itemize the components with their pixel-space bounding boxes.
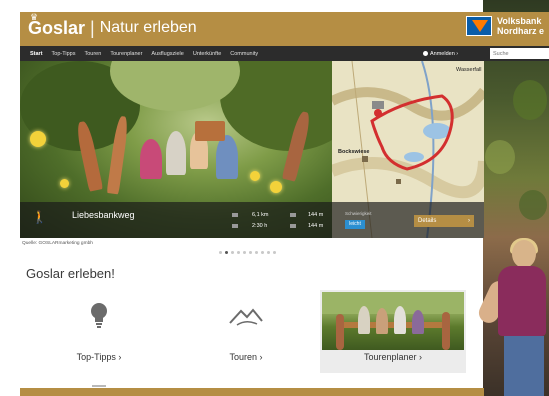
image-credit: Quelle: GOSLARmarketing gmbh bbox=[22, 241, 93, 246]
details-label: Details bbox=[418, 218, 437, 224]
login-link[interactable]: Anmelden › bbox=[423, 46, 458, 61]
slider-dot[interactable] bbox=[261, 251, 264, 254]
nav-item-tourenplaner[interactable]: Tourenplaner bbox=[110, 51, 142, 57]
divider bbox=[92, 385, 106, 387]
route-distance: 6,1 km bbox=[252, 212, 269, 218]
ascent-icon bbox=[290, 213, 296, 217]
tile-top-tipps[interactable]: Top-Tipps › bbox=[26, 290, 172, 373]
user-icon bbox=[423, 51, 428, 56]
slider-dot-active[interactable] bbox=[225, 251, 228, 254]
route-duration: 2:30 h bbox=[252, 223, 268, 229]
mountain-icon bbox=[229, 308, 263, 326]
route-info-bar: 🚶 Liebesbankweg 6,1 km 2:30 h 144 m 144 … bbox=[20, 202, 484, 238]
slider-dot[interactable] bbox=[273, 251, 276, 254]
route-ascent: 144 m bbox=[308, 212, 324, 218]
slider-dot[interactable] bbox=[243, 251, 246, 254]
tile-label-touren: Touren › bbox=[229, 352, 263, 362]
partner-logo[interactable]: Volksbank Nordharz e bbox=[466, 16, 544, 36]
slider-dot[interactable] bbox=[237, 251, 240, 254]
difficulty-label: Schwierigkeit bbox=[345, 211, 372, 216]
descent-icon bbox=[290, 224, 296, 228]
details-button[interactable]: Details › bbox=[414, 215, 474, 227]
crown-icon: ♛ bbox=[30, 12, 39, 22]
tile-tourenplaner[interactable]: Tourenplaner › bbox=[320, 290, 466, 373]
logo-tagline: Natur erleben bbox=[99, 19, 197, 36]
login-label: Anmelden › bbox=[430, 50, 459, 57]
slider-dot[interactable] bbox=[231, 251, 234, 254]
hiker-icon: 🚶 bbox=[32, 210, 47, 224]
partner-name-line2: Nordharz e bbox=[497, 26, 545, 36]
main-navigation: Start Top-Tipps Touren Tourenplaner Ausf… bbox=[20, 46, 549, 61]
logo-separator: | bbox=[90, 18, 95, 38]
map-label-area: Wasserfall bbox=[456, 67, 482, 73]
nav-item-touren[interactable]: Touren bbox=[84, 51, 101, 57]
route-name[interactable]: Liebesbankweg bbox=[72, 210, 135, 220]
route-descent: 144 m bbox=[308, 223, 324, 229]
difficulty-badge: leicht bbox=[345, 220, 365, 229]
nav-item-start[interactable]: Start bbox=[30, 51, 43, 57]
section-title: Goslar erleben! bbox=[26, 266, 115, 281]
volksbank-icon bbox=[466, 16, 492, 36]
slider-dot[interactable] bbox=[219, 251, 222, 254]
tile-label-tourenplaner: Tourenplaner › bbox=[363, 352, 423, 362]
search-input[interactable] bbox=[490, 48, 549, 59]
site-header: ♛ Goslar | Natur erleben Volksbank Nordh… bbox=[20, 12, 549, 46]
tourenplaner-photo bbox=[322, 292, 464, 350]
lightbulb-icon bbox=[91, 303, 107, 328]
map-label-town: Bockswiese bbox=[338, 149, 370, 155]
slider-dot[interactable] bbox=[255, 251, 258, 254]
footer-strip bbox=[20, 388, 484, 396]
slider-dots bbox=[219, 251, 279, 254]
partner-name-line1: Volksbank bbox=[497, 16, 542, 26]
nav-item-top-tipps[interactable]: Top-Tipps bbox=[52, 51, 76, 57]
page: ♛ Goslar | Natur erleben Volksbank Nordh… bbox=[0, 0, 549, 396]
tile-touren[interactable]: Touren › bbox=[173, 290, 319, 373]
slider-dot[interactable] bbox=[267, 251, 270, 254]
tile-label-top-tipps: Top-Tipps › bbox=[76, 352, 122, 362]
slider-dot[interactable] bbox=[249, 251, 252, 254]
nav-item-ausflugsziele[interactable]: Ausflugsziele bbox=[151, 51, 183, 57]
goslar-logo[interactable]: ♛ Goslar | Natur erleben bbox=[28, 12, 197, 40]
duration-icon bbox=[232, 224, 238, 228]
nav-item-community[interactable]: Community bbox=[230, 51, 258, 57]
hero-slider[interactable]: Bockswiese Wasserfall 🚶 Liebesbankweg 6,… bbox=[20, 61, 484, 238]
distance-icon bbox=[232, 213, 238, 217]
arrow-right-icon: › bbox=[468, 218, 470, 224]
woman-photo bbox=[475, 238, 549, 396]
nav-item-unterkuenfte[interactable]: Unterkünfte bbox=[193, 51, 221, 57]
